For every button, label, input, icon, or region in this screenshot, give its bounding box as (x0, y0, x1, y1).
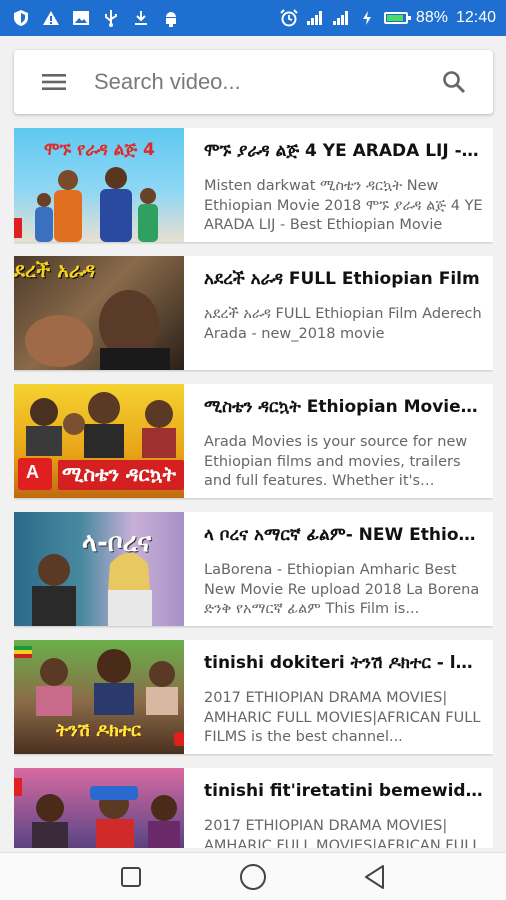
search-icon (443, 71, 466, 94)
recents-button[interactable] (101, 853, 161, 900)
thumbnail-badge (14, 778, 22, 796)
home-button[interactable] (223, 853, 283, 900)
search-button[interactable] (415, 50, 493, 114)
usb-icon (102, 9, 120, 27)
video-list-item[interactable]: ሞኙ የራዳ ልጅ 4 ሞኙ ያራዳ ልጅ 4 YE ARADA LIJ - M… (14, 128, 493, 242)
video-description: Misten darkwat ሚስቴን ዳርኳት New Ethiopian M… (204, 178, 483, 233)
video-meta: ሚስቴን ዳርኳት Ethiopian Movie 2018 Arada Mov… (184, 384, 493, 498)
alarm-icon (280, 9, 298, 27)
video-title: ላ ቦረና አማርኛ ፊልም- NEW Ethiopian Movie (204, 525, 483, 545)
video-thumbnail[interactable]: ደረች አራዳ (14, 256, 184, 370)
video-list-item[interactable]: tinishi fit'iretatini bemewidedi ... 201… (14, 768, 493, 848)
search-input[interactable] (94, 62, 415, 102)
thumbnail-caption: ትንሽ ዶክተር (56, 720, 141, 741)
video-title: tinishi fit'iretatini bemewidedi ... (204, 781, 483, 801)
thumbnail-caption: ደረች አራዳ (14, 258, 96, 282)
video-title: አደረች አራዳ FULL Ethiopian Film (204, 269, 480, 289)
status-right: 88% 12:40 (280, 9, 496, 27)
video-list-item[interactable]: ትንሽ ዶክተር tinishi dokiteri ትንሽ ዶክተር - lat… (14, 640, 493, 754)
video-title: tinishi dokiteri ትንሽ ዶክተር - latest (204, 653, 483, 673)
hamburger-menu-icon (42, 74, 66, 90)
shield-icon (12, 9, 30, 27)
video-list-item[interactable]: ሚስቴን ዳርኳት A ሚስቴን ዳርኳት Ethiopian Movie 20… (14, 384, 493, 498)
video-description: አደረች አራዳ FULL Ethiopian Film Aderech Ara… (204, 306, 482, 342)
signal-icon (332, 9, 350, 27)
back-button[interactable] (345, 853, 405, 900)
flag-icon (14, 646, 32, 658)
video-description: 2017 ETHIOPIAN DRAMA MOVIES| AMHARIC FUL… (204, 690, 481, 745)
video-thumbnail[interactable] (14, 768, 184, 848)
menu-button[interactable] (14, 50, 94, 114)
warning-icon (42, 9, 60, 27)
video-description: LaBorena - Ethiopian Amharic Best New Mo… (204, 562, 480, 617)
video-description: Arada Movies is your source for new Ethi… (204, 434, 468, 489)
video-title: ሚስቴን ዳርኳት Ethiopian Movie 2018 (204, 397, 483, 417)
thumbnail-caption: ሚስቴን ዳርኳት (62, 462, 176, 486)
video-list-item[interactable]: ደረች አራዳ አደረች አራዳ FULL Ethiopian Film አደረ… (14, 256, 493, 370)
battery-percent: 88% (415, 9, 448, 26)
status-bar: 88% 12:40 (0, 0, 506, 36)
video-meta: ላ ቦረና አማርኛ ፊልም- NEW Ethiopian Movie LaBo… (184, 512, 493, 626)
signal-icon (306, 9, 324, 27)
video-list[interactable]: ሞኙ የራዳ ልጅ 4 ሞኙ ያራዳ ልጅ 4 YE ARADA LIJ - M… (14, 128, 493, 848)
search-bar (14, 50, 493, 114)
channel-logo-icon: A (18, 458, 52, 490)
thumbnail-people-image (32, 786, 180, 848)
video-description: 2017 ETHIOPIAN DRAMA MOVIES| AMHARIC FUL… (204, 818, 481, 848)
video-meta: ሞኙ ያራዳ ልጅ 4 YE ARADA LIJ - Misten... Mis… (184, 128, 493, 242)
recents-square-icon (121, 866, 141, 887)
video-meta: tinishi fit'iretatini bemewidedi ... 201… (184, 768, 493, 848)
video-list-item[interactable]: ላ-ቦረና ላ ቦረና አማርኛ ፊልም- NEW Ethiopian Movi… (14, 512, 493, 626)
video-thumbnail[interactable]: ትንሽ ዶክተር (14, 640, 184, 754)
download-icon (132, 9, 150, 27)
android-icon (162, 9, 180, 27)
image-icon (72, 9, 90, 27)
thumbnail-people-image (35, 167, 158, 242)
system-nav-bar (0, 852, 506, 900)
video-thumbnail[interactable]: ሚስቴን ዳርኳት A (14, 384, 184, 498)
video-meta: tinishi dokiteri ትንሽ ዶክተር - latest 2017 … (184, 640, 493, 754)
video-meta: አደረች አራዳ FULL Ethiopian Film አደረች አራዳ FU… (184, 256, 493, 370)
status-left (12, 9, 180, 27)
thumbnail-badge (14, 218, 22, 238)
video-title: ሞኙ ያራዳ ልጅ 4 YE ARADA LIJ - Misten... (204, 141, 483, 161)
thumbnail-caption: ሞኙ የራዳ ልጅ 4 (44, 140, 155, 160)
thumbnail-people-image (25, 290, 170, 370)
back-triangle-icon (365, 864, 384, 889)
battery-icon (383, 12, 411, 24)
clock: 12:40 (455, 9, 496, 26)
play-badge-icon (174, 732, 184, 746)
thumbnail-people-image (32, 553, 152, 626)
charging-icon (358, 9, 376, 27)
video-thumbnail[interactable]: ላ-ቦረና (14, 512, 184, 626)
home-circle-icon (240, 863, 266, 890)
video-thumbnail[interactable]: ሞኙ የራዳ ልጅ 4 (14, 128, 184, 242)
